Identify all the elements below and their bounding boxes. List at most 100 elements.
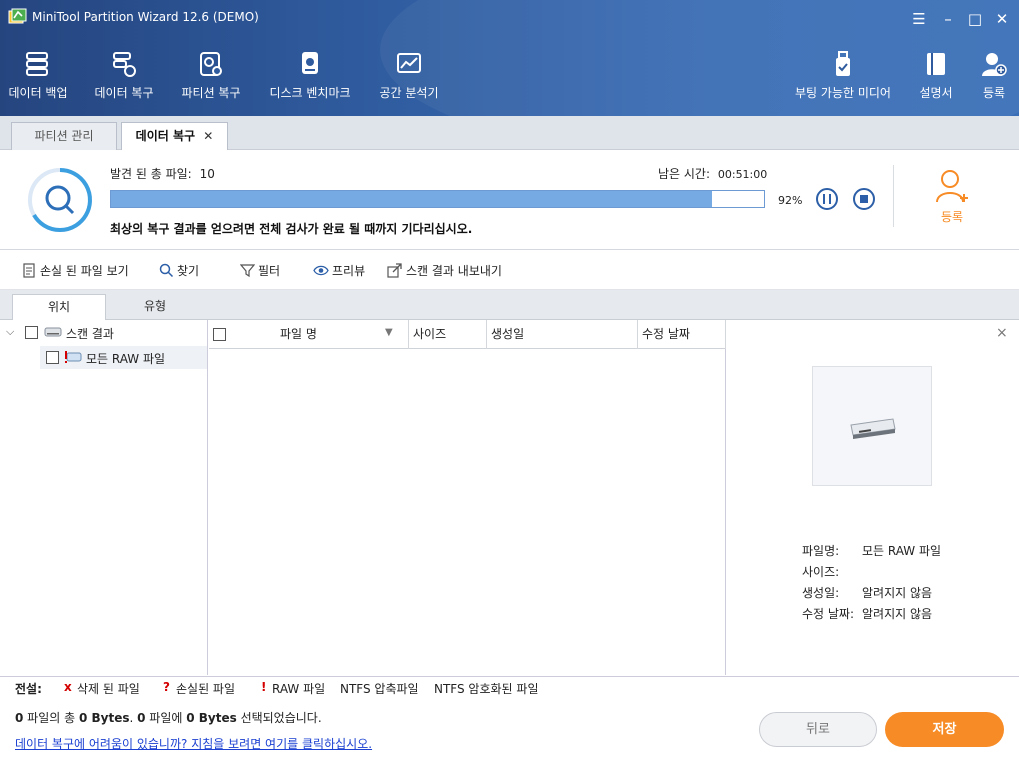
menu-icon[interactable]: ☰ (908, 8, 930, 30)
summary-part: 선택되었습니다. (236, 711, 322, 725)
lost-mark-icon: ? (163, 680, 170, 694)
toolbar-partition-recovery[interactable]: 파티션 복구 (178, 50, 244, 112)
toolbar-label: 설명서 (919, 86, 953, 100)
toolbar-data-recovery[interactable]: 데이터 복구 (91, 50, 157, 112)
tab-type[interactable]: 유형 (108, 294, 202, 320)
toolbar-label: 데이터 복구 (94, 86, 154, 100)
manual-icon (927, 53, 945, 75)
tab-label: 위치 (47, 300, 71, 314)
minimize-button[interactable]: – (937, 8, 959, 30)
remaining-label: 남은 시간: (658, 167, 711, 181)
toolbar-disk-benchmark[interactable]: 디스크 벤치마크 (266, 50, 354, 112)
summary-part: 파일에 (145, 711, 187, 725)
raw-mark-icon: ! (261, 680, 267, 694)
raw-drive-icon (65, 351, 82, 363)
toolbar-space-analyzer[interactable]: 공간 분석기 (376, 50, 442, 112)
toolbar-label: 데이터 백업 (8, 86, 68, 100)
toolbar-label: 디스크 벤치마크 (269, 86, 351, 100)
app-logo-icon (8, 8, 27, 24)
meta-label: 사이즈: (802, 565, 840, 579)
preview-thumbnail (812, 366, 932, 486)
column-header-size[interactable]: 사이즈 (409, 320, 487, 349)
close-window-button[interactable]: ✕ (991, 8, 1013, 30)
export-icon (387, 263, 402, 278)
column-header-name[interactable]: 파일 명 ▼ (209, 320, 409, 349)
action-label: 필터 (258, 264, 281, 278)
show-lost-files-button[interactable]: 손실 된 파일 보기 (22, 262, 129, 279)
space-analyzer-icon (397, 53, 421, 73)
register-icon (982, 53, 1007, 76)
back-button[interactable]: 뒤로 (759, 712, 877, 747)
bootable-media-icon (836, 51, 850, 76)
tab-partition-management[interactable]: 파티션 관리 (11, 122, 117, 150)
find-button[interactable]: 찾기 (159, 262, 199, 279)
action-label: 찾기 (177, 264, 200, 278)
preview-button[interactable]: 프리뷰 (313, 262, 365, 279)
toolbar-register[interactable]: 등록 (974, 50, 1014, 112)
filter-icon (239, 264, 256, 278)
tree-child-label: 모든 RAW 파일 (86, 352, 166, 366)
select-all-checkbox[interactable] (213, 328, 226, 341)
toolbar-label: 파티션 복구 (181, 86, 241, 100)
register-button[interactable]: 등록 (925, 168, 979, 225)
legend-deleted: 삭제 된 파일 (77, 682, 140, 696)
toolbar-manual[interactable]: 설명서 (914, 50, 958, 112)
sort-down-icon: ▼ (385, 327, 393, 338)
tree-child-checkbox[interactable] (46, 351, 59, 364)
meta-value: 알려지지 않음 (862, 607, 933, 621)
drive-preview-icon (850, 418, 896, 439)
toolbar-label: 공간 분석기 (379, 86, 439, 100)
summary-part: 0 Bytes (78, 711, 130, 725)
window-title: MiniTool Partition Wizard 12.6 (DEMO) (32, 10, 259, 24)
stop-button[interactable] (853, 188, 875, 210)
stop-icon (860, 195, 868, 203)
progress-percent: 92% (778, 194, 803, 207)
data-recovery-icon (113, 52, 136, 77)
tab-label: 데이터 복구 (135, 129, 196, 143)
toolbar-label: 부팅 가능한 미디어 (795, 86, 891, 100)
legend-ntfs-compressed: NTFS 압축파일 (340, 682, 419, 696)
legend-lost: 손실된 파일 (176, 682, 236, 696)
tab-bar: 파티션 관리 데이터 복구 ✕ (0, 116, 1019, 151)
legend-title: 전설: (15, 682, 42, 696)
pause-button[interactable] (816, 188, 838, 210)
help-link[interactable]: 데이터 복구에 어려움이 있습니까? 지침을 보려면 여기를 클릭하십시오. (15, 735, 372, 752)
maximize-button[interactable]: □ (964, 8, 986, 30)
tree-root-checkbox[interactable] (25, 326, 38, 339)
scan-progress-fill (111, 191, 712, 207)
column-label: 파일 명 (280, 327, 317, 341)
meta-value: 알려지지 않음 (862, 586, 933, 600)
tab-label: 유형 (143, 299, 167, 313)
meta-label: 파일명: (802, 544, 840, 558)
summary-part: 파일의 총 (23, 711, 79, 725)
collapse-chevron-icon[interactable]: ⌵ (6, 325, 14, 339)
tab-data-recovery[interactable]: 데이터 복구 ✕ (121, 122, 228, 151)
disk-benchmark-icon (302, 52, 318, 74)
found-label: 발견 된 총 파일: (110, 167, 192, 181)
summary-part: 0 Bytes (186, 711, 237, 725)
selection-summary: 0 파일의 총 0 Bytes. 0 파일에 0 Bytes 선택되었습니다. (15, 709, 322, 726)
register-label: 등록 (940, 210, 964, 224)
tree-root-label[interactable]: 스캔 결과 (66, 325, 114, 342)
action-label: 프리뷰 (332, 264, 366, 278)
drive-icon (44, 327, 62, 337)
toolbar-bootable-media[interactable]: 부팅 가능한 미디어 (790, 50, 896, 112)
meta-value: 모든 RAW 파일 (862, 544, 942, 558)
toolbar-data-backup[interactable]: 데이터 백업 (6, 50, 70, 112)
meta-label: 생성일: (802, 586, 840, 600)
legend-ntfs-encrypted: NTFS 암호화된 파일 (434, 682, 539, 696)
export-scan-result-button[interactable]: 스캔 결과 내보내기 (387, 262, 502, 279)
filter-button[interactable]: 필터 (239, 262, 281, 279)
column-header-created[interactable]: 생성일 (487, 320, 638, 349)
column-header-modified[interactable]: 수정 날짜 (638, 320, 726, 349)
meta-label: 수정 날짜: (802, 607, 855, 621)
file-list: 파일 명 ▼ 사이즈 생성일 수정 날짜 (209, 320, 726, 675)
action-bar (0, 250, 1019, 290)
scan-progress-bar (110, 190, 765, 208)
action-label: 스캔 결과 내보내기 (406, 264, 502, 278)
column-label: 생성일 (491, 327, 525, 341)
close-preview-icon[interactable]: × (996, 325, 1008, 341)
tab-location[interactable]: 위치 (12, 294, 106, 321)
close-tab-icon[interactable]: ✕ (203, 129, 213, 143)
save-button[interactable]: 저장 (885, 712, 1004, 747)
